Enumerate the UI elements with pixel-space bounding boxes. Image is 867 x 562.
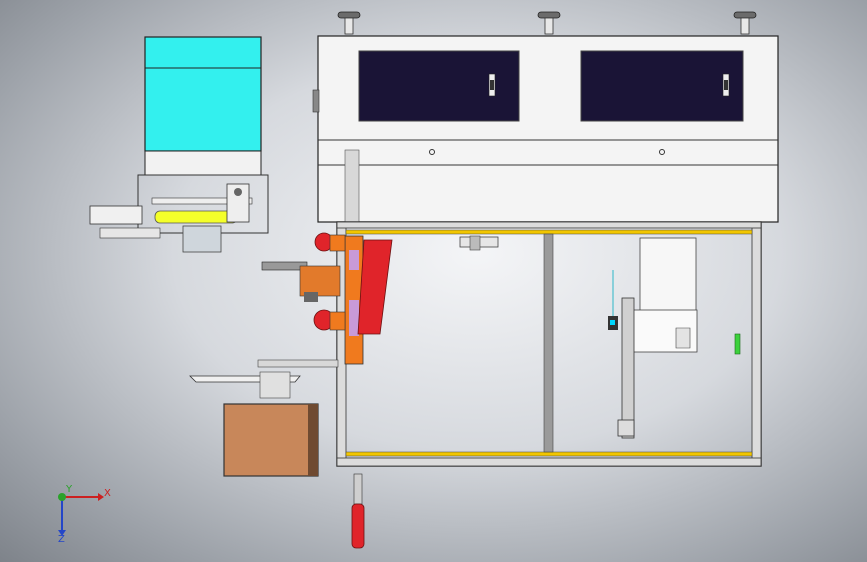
leveling-foot-icon: [733, 11, 757, 35]
x-axis-label: X: [104, 488, 111, 499]
cardboard-box: [223, 403, 319, 477]
feeder-assembly: [89, 174, 269, 253]
window-latch-icon: [722, 73, 730, 97]
lower-frame: [336, 221, 762, 467]
z-axis-label: Z: [58, 534, 65, 545]
left-window: [358, 50, 520, 122]
cad-viewport[interactable]: X Y Z: [0, 0, 867, 562]
right-window: [580, 50, 744, 122]
leveling-foot-icon: [337, 11, 361, 35]
hopper: [144, 36, 262, 176]
right-module: [608, 237, 741, 439]
coordinate-triad-icon: X Y Z: [58, 484, 111, 545]
y-axis-label: Y: [65, 484, 73, 495]
top-fixture: [459, 235, 499, 251]
transfer-tray: [189, 359, 339, 399]
window-latch-icon: [488, 73, 496, 97]
machine-drawing: X Y Z: [58, 11, 779, 549]
signal-handle: [351, 473, 365, 549]
robot-arm: [261, 232, 393, 365]
leveling-foot-icon: [537, 11, 561, 35]
